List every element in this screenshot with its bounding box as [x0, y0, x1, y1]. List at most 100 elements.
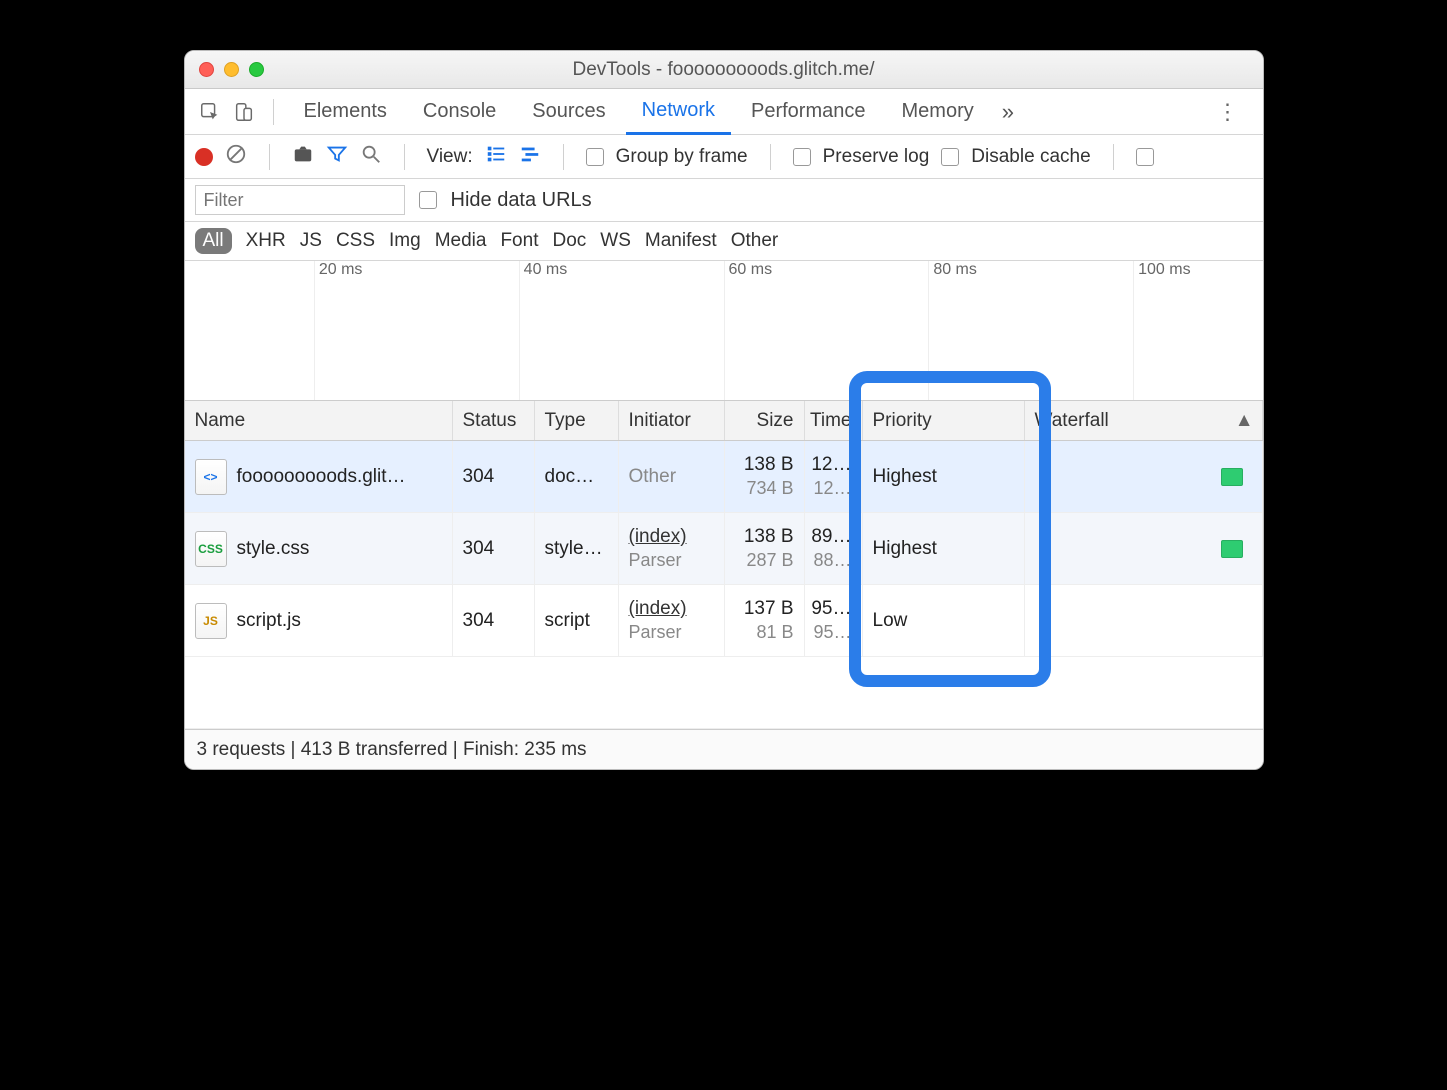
- settings-menu-icon[interactable]: ⋮: [1205, 99, 1253, 125]
- cell-waterfall: [1025, 585, 1263, 656]
- record-button[interactable]: [195, 148, 213, 166]
- screenshot-icon[interactable]: [292, 143, 314, 171]
- file-name: style.css: [237, 538, 310, 560]
- initiator-link[interactable]: (index): [629, 598, 687, 620]
- large-rows-icon[interactable]: [485, 143, 507, 171]
- tabs-overflow-button[interactable]: »: [994, 99, 1022, 125]
- type-filter-doc[interactable]: Doc: [552, 230, 586, 252]
- tab-network[interactable]: Network: [626, 89, 731, 135]
- tab-memory[interactable]: Memory: [886, 89, 990, 135]
- separator: [770, 144, 771, 170]
- cell-priority: Low: [863, 585, 1025, 656]
- type-filter-all[interactable]: All: [195, 228, 232, 254]
- file-name: fooooooooods.glit…: [237, 466, 406, 488]
- group-by-frame-checkbox[interactable]: [586, 148, 604, 166]
- table-row[interactable]: JSscript.js304script(index)Parser137 B81…: [185, 585, 1263, 657]
- cell-size: 138 B287 B: [725, 513, 805, 584]
- devtools-window: DevTools - fooooooooods.glitch.me/ Eleme…: [184, 50, 1264, 770]
- cell-waterfall: [1025, 513, 1263, 584]
- col-waterfall[interactable]: Waterfall ▲: [1025, 401, 1263, 440]
- type-filter-img[interactable]: Img: [389, 230, 421, 252]
- timeline-tick: 100 ms: [1133, 261, 1190, 400]
- inspect-element-icon[interactable]: [195, 97, 225, 127]
- cell-name: JSscript.js: [185, 585, 453, 656]
- cell-name: CSS style.css: [185, 513, 453, 584]
- waterfall-view-icon[interactable]: [519, 143, 541, 171]
- cell-size: 137 B81 B: [725, 585, 805, 656]
- cell-type: style…: [535, 513, 619, 584]
- hide-data-urls-label: Hide data URLs: [451, 189, 592, 212]
- col-type[interactable]: Type: [535, 401, 619, 440]
- tab-console[interactable]: Console: [407, 89, 512, 135]
- tab-elements[interactable]: Elements: [288, 89, 403, 135]
- type-filter-css[interactable]: CSS: [336, 230, 375, 252]
- file-css-icon: CSS: [195, 531, 227, 567]
- preserve-log-label: Preserve log: [823, 146, 930, 168]
- preserve-log-checkbox[interactable]: [793, 148, 811, 166]
- tab-performance[interactable]: Performance: [735, 89, 882, 135]
- col-waterfall-label: Waterfall: [1035, 410, 1109, 432]
- type-filter-manifest[interactable]: Manifest: [645, 230, 717, 252]
- filter-input[interactable]: [195, 185, 405, 215]
- type-filter-js[interactable]: JS: [300, 230, 322, 252]
- col-name[interactable]: Name: [185, 401, 453, 440]
- col-size[interactable]: Size: [725, 401, 805, 440]
- status-bar: 3 requests | 413 B transferred | Finish:…: [185, 729, 1263, 769]
- type-filter-other[interactable]: Other: [731, 230, 779, 252]
- cell-status: 304: [453, 513, 535, 584]
- titlebar: DevTools - fooooooooods.glitch.me/: [185, 51, 1263, 89]
- cell-priority: Highest: [863, 513, 1025, 584]
- main-tabs: ElementsConsoleSourcesNetworkPerformance…: [185, 89, 1263, 135]
- resource-type-filters: All XHR JS CSS Img Media Font Doc WS Manifest Othe…: [185, 222, 1263, 261]
- col-priority[interactable]: Priority: [863, 401, 1025, 440]
- cell-time: 89…88…: [805, 513, 863, 584]
- type-filter-ws[interactable]: WS: [600, 230, 631, 252]
- type-filter-xhr[interactable]: XHR: [246, 230, 286, 252]
- filter-row: Hide data URLs: [185, 179, 1263, 222]
- cell-type: doc…: [535, 441, 619, 512]
- network-body: 20 ms40 ms60 ms80 ms100 ms Name Status T…: [185, 261, 1263, 729]
- initiator-link[interactable]: (index): [629, 526, 687, 548]
- table-row-empty: [185, 657, 1263, 729]
- offline-checkbox[interactable]: [1136, 148, 1154, 166]
- view-label: View:: [427, 146, 473, 168]
- table-row[interactable]: CSS style.css 304style… (index)Parser 138 B2…: [185, 513, 1263, 585]
- disable-cache-label: Disable cache: [971, 146, 1090, 168]
- tab-sources[interactable]: Sources: [516, 89, 621, 135]
- disable-cache-checkbox[interactable]: [941, 148, 959, 166]
- device-toolbar-icon[interactable]: [229, 97, 259, 127]
- sort-indicator-icon: ▲: [1235, 410, 1254, 432]
- search-icon[interactable]: [360, 143, 382, 171]
- col-time[interactable]: Time: [805, 401, 863, 440]
- clear-button[interactable]: [225, 143, 247, 171]
- overview-timeline[interactable]: 20 ms40 ms60 ms80 ms100 ms: [185, 261, 1263, 401]
- table-body: <>fooooooooods.glit…304doc…Other138 B734…: [185, 441, 1263, 657]
- cell-name: <> fooooooooods.glit…: [185, 441, 453, 512]
- timeline-tick: 20 ms: [314, 261, 363, 400]
- initiator-sub: Parser: [629, 550, 682, 571]
- col-status[interactable]: Status: [453, 401, 535, 440]
- cell-initiator: Other: [619, 441, 725, 512]
- timeline-tick: 80 ms: [928, 261, 977, 400]
- waterfall-bar: [1221, 468, 1243, 486]
- file-doc-icon: <>: [195, 459, 227, 495]
- cell-status: 304: [453, 441, 535, 512]
- cell-status: 304: [453, 585, 535, 656]
- separator: [563, 144, 564, 170]
- cell-priority: Highest: [863, 441, 1025, 512]
- separator: [404, 144, 405, 170]
- window-title: DevTools - fooooooooods.glitch.me/: [185, 59, 1263, 81]
- filter-toggle-icon[interactable]: [326, 143, 348, 171]
- table-row[interactable]: <> fooooooooods.glit… 304doc… Other 138 B734…: [185, 441, 1263, 513]
- hide-data-urls-checkbox[interactable]: [419, 191, 437, 209]
- cell-time: 95…95…: [805, 585, 863, 656]
- separator: [1113, 144, 1114, 170]
- timeline-tick: 60 ms: [724, 261, 773, 400]
- col-initiator[interactable]: Initiator: [619, 401, 725, 440]
- initiator-text: Other: [629, 466, 677, 488]
- type-filter-media[interactable]: Media: [435, 230, 487, 252]
- type-filter-font[interactable]: Font: [500, 230, 538, 252]
- cell-size: 138 B734 B: [725, 441, 805, 512]
- file-js-icon: JS: [195, 603, 227, 639]
- cell-type: script: [535, 585, 619, 656]
